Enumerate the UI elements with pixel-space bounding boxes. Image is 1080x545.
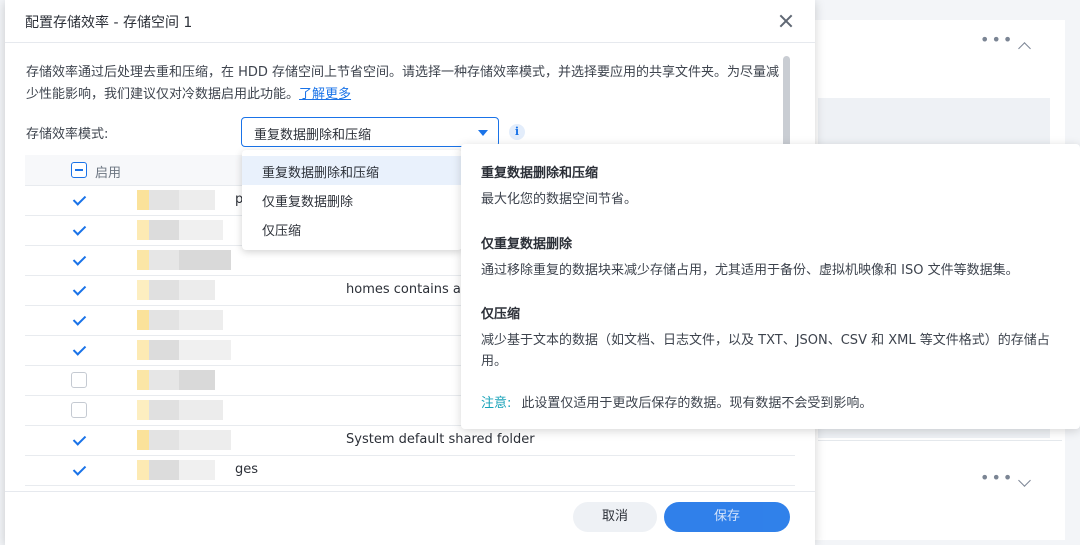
folder-name-redacted [137, 370, 215, 390]
tooltip-body-2: 通过移除重复的数据块来减少存储占用，尤其适用于备份、虚拟机映像和 ISO 文件等… [481, 263, 1019, 278]
folder-name-suffix: ges [235, 462, 259, 477]
redaction-block [179, 340, 231, 360]
tooltip-body-1: 最大化您的数据空间节省。 [481, 192, 638, 207]
row-enable-checkbox[interactable] [71, 432, 87, 448]
redaction-block [137, 190, 149, 210]
option-label: 重复数据删除和压缩 [262, 166, 380, 181]
redaction-block [149, 460, 179, 480]
redaction-block [137, 250, 149, 270]
redaction-block [137, 220, 149, 240]
redaction-block [179, 370, 215, 390]
folder-description: System default shared folder [346, 432, 535, 447]
option-label: 仅压缩 [262, 224, 302, 239]
row-enable-checkbox[interactable] [71, 372, 87, 388]
redaction-block [179, 460, 215, 480]
redaction-block [179, 250, 231, 270]
redaction-block [179, 190, 215, 210]
redaction-block [149, 430, 179, 450]
row-enable-checkbox[interactable] [71, 282, 87, 298]
select-all-checkbox[interactable] [71, 162, 87, 178]
tooltip-note: 注意: 此设置仅适用于更改后保存的数据。现有数据不会受到影响。 [481, 393, 1056, 414]
mode-option-dedup-only[interactable]: 仅重复数据删除 [242, 185, 462, 214]
redaction-block [137, 460, 149, 480]
folder-name-redacted [137, 220, 223, 240]
dialog-description: 存储效率通过后处理去重和压缩，在 HDD 存储空间上节省空间。请选择一种存储效率… [26, 62, 786, 106]
folder-name-redacted [137, 460, 215, 480]
folder-name-redacted [137, 190, 215, 210]
row-enable-checkbox[interactable] [71, 342, 87, 358]
mode-option-dedup-compress[interactable]: 重复数据删除和压缩 [242, 156, 462, 185]
table-row: ges [25, 455, 795, 486]
save-button[interactable]: 保存 [664, 502, 790, 532]
note-text: 此设置仅适用于更改后保存的数据。现有数据不会受到影响。 [521, 396, 873, 411]
dialog-header: 配置存储效率 - 存储空间 1 [5, 0, 815, 43]
mode-select[interactable]: 重复数据删除和压缩 [241, 117, 499, 147]
cancel-button[interactable]: 取消 [573, 502, 657, 532]
background-card-2 [818, 458, 1062, 528]
tooltip-title-3: 仅压缩 [481, 307, 521, 322]
redaction-block [149, 280, 179, 300]
caret-down-icon [478, 130, 488, 136]
tooltip-title-2: 仅重复数据删除 [481, 237, 573, 252]
option-label: 仅重复数据删除 [262, 195, 354, 210]
row-enable-checkbox[interactable] [71, 312, 87, 328]
redaction-block [137, 340, 149, 360]
redaction-block [137, 280, 149, 300]
row-enable-checkbox[interactable] [71, 252, 87, 268]
dialog-title: 配置存储效率 - 存储空间 1 [25, 15, 193, 31]
mode-select-value: 重复数据删除和压缩 [254, 128, 372, 143]
redaction-block [149, 250, 179, 270]
tooltip-body-3: 减少基于文本的数据（如文档、日志文件，以及 TXT、JSON、CSV 和 XML… [481, 333, 1050, 369]
redaction-block [149, 190, 179, 210]
folder-name-redacted [137, 250, 231, 270]
info-icon[interactable]: i [509, 124, 525, 140]
close-icon[interactable] [775, 10, 797, 32]
redaction-block [179, 280, 215, 300]
folder-name-redacted [137, 400, 223, 420]
note-label: 注意: [481, 396, 512, 411]
redaction-block [179, 310, 223, 330]
tooltip-title-1: 重复数据删除和压缩 [481, 166, 599, 181]
more-horizontal-icon[interactable]: ••• [980, 468, 1014, 487]
redaction-block [137, 370, 149, 390]
redaction-block [179, 220, 223, 240]
redaction-block [179, 430, 231, 450]
dialog-footer: 取消 保存 [5, 491, 815, 545]
redaction-block [149, 340, 179, 360]
redaction-block [137, 400, 149, 420]
redaction-block [149, 310, 179, 330]
description-text: 存储效率通过后处理去重和压缩，在 HDD 存储空间上节省空间。请选择一种存储效率… [26, 65, 780, 102]
folder-name-redacted [137, 280, 215, 300]
redaction-block [137, 310, 149, 330]
mode-info-tooltip: 重复数据删除和压缩 最大化您的数据空间节省。 仅重复数据删除 通过移除重复的数据… [461, 144, 1080, 429]
folder-description: homes contains a [346, 282, 461, 297]
folder-name-redacted [137, 310, 223, 330]
learn-more-link[interactable]: 了解更多 [299, 87, 351, 102]
mode-option-compress-only[interactable]: 仅压缩 [242, 214, 462, 243]
folder-name-redacted [137, 340, 231, 360]
redaction-block [149, 400, 179, 420]
more-horizontal-icon[interactable]: ••• [980, 30, 1014, 49]
mode-label: 存储效率模式: [26, 127, 109, 142]
folder-name-redacted [137, 430, 231, 450]
table-row: System default shared folder [25, 425, 795, 456]
redaction-block [137, 430, 149, 450]
redaction-block [149, 220, 179, 240]
redaction-block [179, 400, 223, 420]
row-enable-checkbox[interactable] [71, 192, 87, 208]
mode-dropdown-menu: 重复数据删除和压缩 仅重复数据删除 仅压缩 [242, 150, 462, 250]
enable-column-header: 启用 [95, 166, 122, 181]
redaction-block [149, 370, 179, 390]
row-enable-checkbox[interactable] [71, 222, 87, 238]
row-enable-checkbox[interactable] [71, 462, 87, 478]
row-enable-checkbox[interactable] [71, 402, 87, 418]
